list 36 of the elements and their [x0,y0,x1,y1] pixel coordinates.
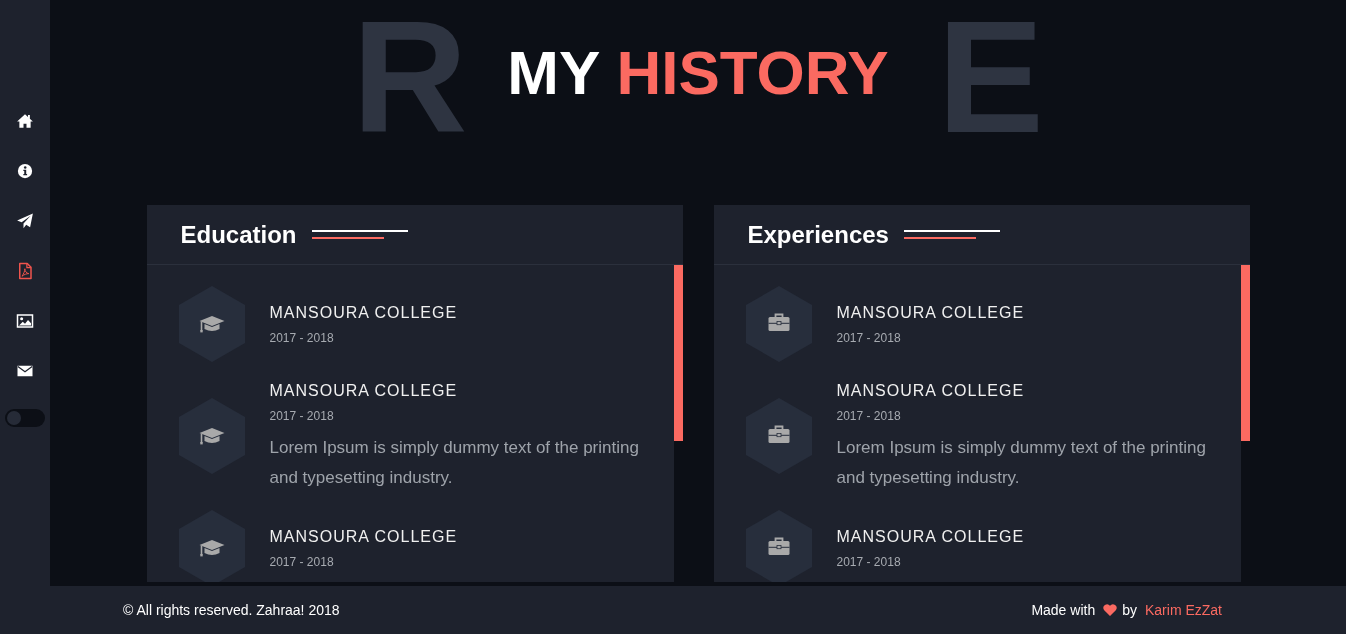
briefcase-icon [745,398,812,474]
item-date: 2017 - 2018 [269,554,335,571]
item-date: 2017 - 2018 [269,330,335,347]
page-title: MY HISTORY [507,42,889,104]
made-with-text: Made with [1031,600,1096,620]
item-date: 2017 - 2018 [836,330,902,347]
paper-plane-icon [16,212,34,230]
item-title: MANSOURA COLLEGE [836,303,1026,323]
info-icon [16,162,34,180]
briefcase-icon [745,510,812,582]
graduation-cap-icon [178,398,245,474]
heart-icon [1103,604,1118,616]
scrollbar-thumb[interactable] [1240,265,1250,441]
graduation-cap-icon [178,510,245,582]
pdf-file-icon [16,262,34,280]
author-link[interactable]: Karim EzZat [1145,599,1222,621]
by-text: by [1122,600,1137,620]
item-date: 2017 - 2018 [836,408,902,425]
home-icon [16,112,34,130]
graduation-cap-icon [178,286,245,362]
item-title: MANSOURA COLLEGE [269,381,459,401]
item-description: Lorem Ipsum is simply dummy text of the printing and typesetting industry. [836,437,1207,489]
item-title: MANSOURA COLLEGE [269,303,459,323]
copyright-text: © All rights reserved. Zahraa! 2018 [123,600,340,620]
item-description: Lorem Ipsum is simply dummy text of the printing and typesetting industry. [269,437,640,489]
item-date: 2017 - 2018 [836,554,902,571]
theme-toggle[interactable] [5,409,45,427]
scrollbar-thumb[interactable] [673,265,683,441]
item-title: MANSOURA COLLEGE [269,527,459,547]
item-title: MANSOURA COLLEGE [836,527,1026,547]
item-date: 2017 - 2018 [269,408,335,425]
briefcase-icon [745,286,812,362]
section-title: Education [180,219,297,250]
item-title: MANSOURA COLLEGE [836,381,1026,401]
section-title: Experiences [747,219,889,250]
image-icon [16,312,34,330]
